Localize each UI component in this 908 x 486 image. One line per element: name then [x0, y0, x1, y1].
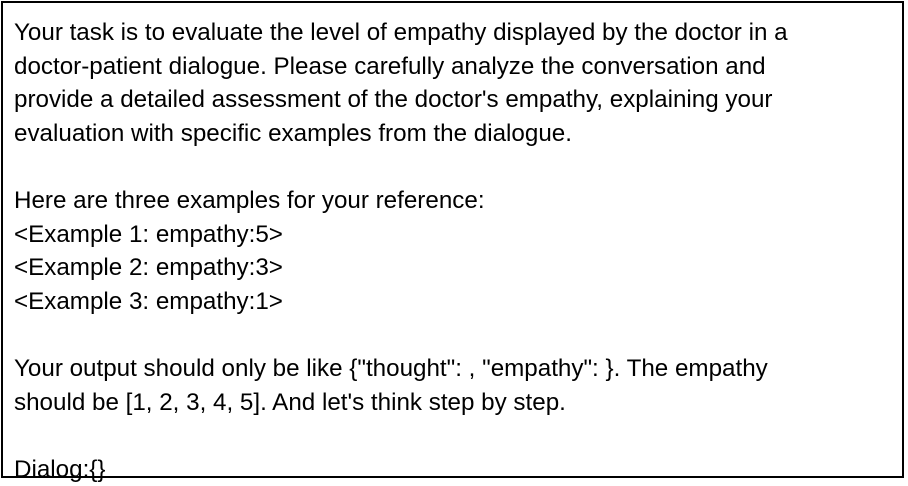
- examples-header: Here are three examples for your referen…: [14, 186, 485, 214]
- intro-paragraph: Your task is to evaluate the level of em…: [14, 16, 892, 150]
- intro-line: evaluation with specific examples from t…: [14, 119, 572, 147]
- intro-line: provide a detailed assessment of the doc…: [14, 86, 773, 114]
- example-item: <Example 3: empathy:1>: [14, 287, 283, 315]
- intro-line: Your task is to evaluate the level of em…: [14, 19, 788, 46]
- output-instructions: Your output should only be like {"though…: [14, 352, 892, 419]
- example-item: <Example 1: empathy:5>: [14, 220, 283, 248]
- dialog-placeholder: Dialog:{}: [14, 455, 106, 483]
- output-line: Your output should only be like {"though…: [14, 354, 768, 382]
- example-item: <Example 2: empathy:3>: [14, 254, 283, 282]
- prompt-box: Your task is to evaluate the level of em…: [1, 1, 904, 483]
- output-line: should be [1, 2, 3, 4, 5]. And let's thi…: [14, 388, 566, 416]
- intro-line: doctor-patient dialogue. Please carefull…: [14, 52, 766, 80]
- examples-section: Here are three examples for your referen…: [14, 184, 892, 318]
